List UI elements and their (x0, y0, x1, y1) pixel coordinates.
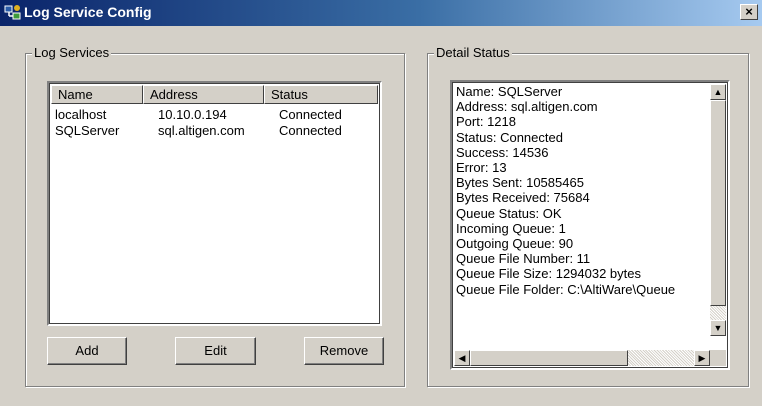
detail-status-textbox[interactable]: Name: SQLServer Address: sql.altigen.com P… (450, 80, 730, 370)
status-line: Bytes Sent: 10585465 (456, 175, 584, 191)
column-header-status[interactable]: Status (264, 85, 378, 104)
row-status: Connected (279, 123, 342, 138)
log-services-group: Log Services Name Address Status localho… (25, 45, 405, 387)
status-line: Queue File Number: 11 (456, 251, 591, 267)
status-line: Outgoing Queue: 90 (456, 236, 574, 252)
detail-status-text: Name: SQLServer Address: sql.altigen.com P… (456, 84, 675, 297)
log-services-listview[interactable]: Name Address Status localhost 10.10.0.19… (47, 81, 382, 326)
row-name: localhost (55, 107, 107, 122)
column-header-name[interactable]: Name (51, 85, 143, 104)
app-network-icon (4, 5, 21, 20)
scroll-right-button[interactable]: ▶ (694, 350, 710, 366)
scroll-up-button[interactable]: ▲ (710, 84, 726, 100)
status-line: Queue File Size: 1294032 bytes (456, 266, 642, 282)
status-line: Queue Status: OK (456, 205, 562, 221)
vertical-scroll-thumb[interactable] (710, 100, 726, 306)
scroll-corner (710, 350, 726, 366)
status-line: Success: 14536 (456, 144, 549, 160)
window-title: Log Service Config (24, 4, 152, 20)
status-line: Bytes Received: 75684 (456, 190, 590, 206)
row-address: 10.10.0.194 (158, 107, 227, 122)
listview-header: Name Address Status (51, 85, 378, 104)
scroll-left-button[interactable]: ◀ (454, 350, 470, 366)
status-line: Port: 1218 (456, 114, 516, 130)
status-line: Name: SQLServer (456, 84, 563, 99)
close-button[interactable]: × (740, 4, 758, 20)
column-header-address[interactable]: Address (143, 85, 264, 104)
list-item[interactable]: localhost 10.10.0.194 Connected (55, 107, 342, 123)
status-line: Address: sql.altigen.com (456, 99, 598, 115)
add-button[interactable]: Add (47, 337, 127, 365)
status-line: Queue File Folder: C:\AltiWare\Queue (456, 281, 676, 297)
edit-button[interactable]: Edit (175, 337, 256, 365)
horizontal-scroll-thumb[interactable] (470, 350, 628, 366)
status-line: Incoming Queue: 1 (456, 220, 566, 236)
list-item[interactable]: SQLServer sql.altigen.com Connected (55, 123, 342, 139)
row-name: SQLServer (55, 123, 120, 138)
row-status: Connected (279, 107, 342, 122)
detail-status-group-label: Detail Status (434, 45, 512, 60)
title-bar[interactable]: Log Service Config × (0, 0, 762, 26)
row-address: sql.altigen.com (158, 123, 245, 138)
detail-status-group: Detail Status Name: SQLServer Address: sq… (427, 45, 749, 387)
scroll-down-button[interactable]: ▼ (710, 320, 726, 336)
status-line: Error: 13 (456, 160, 507, 176)
remove-button[interactable]: Remove (304, 337, 384, 365)
log-services-group-label: Log Services (32, 45, 112, 60)
status-line: Status: Connected (456, 129, 563, 145)
